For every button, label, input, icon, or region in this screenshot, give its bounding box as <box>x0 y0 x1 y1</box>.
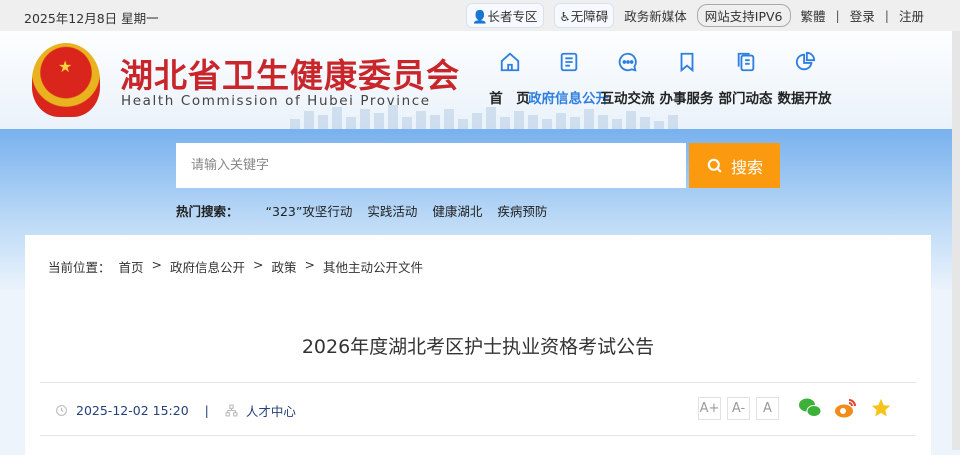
nav-label: 互动交流 <box>600 91 655 107</box>
article-card: 当前位置： 首页 > 政府信息公开 > 政策 > 其他主动公开文件 2026年度… <box>25 235 931 455</box>
nav-services[interactable]: 办事服务 <box>657 51 716 107</box>
search-input[interactable]: 请输入关键字 <box>176 143 686 188</box>
scrollbar[interactable] <box>952 31 960 450</box>
site-subtitle: Health Commission of Hubei Province <box>121 93 431 109</box>
hot-search-link[interactable]: 疾病预防 <box>497 201 547 220</box>
article-source: 人才中心 <box>245 404 296 419</box>
separator: | <box>884 7 889 23</box>
main-nav: 首 页 政府信息公开 互动交流 办事服务 部门动态 数据开放 <box>480 51 834 107</box>
bookmark-icon <box>680 52 693 73</box>
nav-interaction[interactable]: 互动交流 <box>598 51 657 107</box>
document-icon <box>560 52 577 72</box>
top-bar: 2025年12月8日 星期一 👤长者专区 ♿无障碍 政务新媒体 网站支持IPV6… <box>0 0 960 31</box>
accessible-label: 无障碍 <box>570 8 609 24</box>
breadcrumb-separator: > <box>253 257 264 272</box>
search-icon <box>707 158 722 173</box>
divider <box>40 382 916 383</box>
weibo-icon[interactable] <box>834 397 858 419</box>
breadcrumb-separator: > <box>304 257 316 272</box>
breadcrumb-link[interactable]: 首页 <box>119 257 144 276</box>
hot-search-link[interactable]: 实践活动 <box>367 201 417 220</box>
new-media-link[interactable]: 政务新媒体 <box>624 6 687 25</box>
register-link[interactable]: 注册 <box>899 6 924 25</box>
separator: | <box>835 7 840 23</box>
accessibility-link[interactable]: ♿无障碍 <box>553 2 615 28</box>
hot-search-link[interactable]: “323”攻坚行动 <box>266 201 353 220</box>
share-buttons <box>798 397 892 419</box>
pie-chart-icon <box>795 51 815 71</box>
hot-search-label: 热门搜索： <box>176 204 239 219</box>
nav-label: 政府信息公开 <box>528 91 609 107</box>
login-link[interactable]: 登录 <box>850 6 875 25</box>
article-meta: 2025-12-02 15:20 | 人才中心 <box>55 401 296 420</box>
nav-label: 部门动态 <box>718 91 773 107</box>
elder-zone-link[interactable]: 👤长者专区 <box>465 2 544 28</box>
breadcrumb-separator: > <box>151 257 163 272</box>
chat-icon <box>618 52 637 72</box>
wechat-icon[interactable] <box>798 397 822 419</box>
font-reset-button[interactable]: A <box>756 397 779 420</box>
copy-icon <box>737 52 754 72</box>
current-date: 2025年12月8日 星期一 <box>24 11 159 26</box>
separator: | <box>204 403 209 418</box>
nav-label: 首 页 <box>489 91 530 107</box>
elder-label: 长者专区 <box>487 8 538 24</box>
publish-datetime: 2025-12-02 15:20 <box>76 403 189 418</box>
site-header: ★ 湖北省卫生健康委员会 Health Commission of Hubei … <box>0 31 960 129</box>
nav-label: 办事服务 <box>659 91 714 107</box>
nav-label: 数据开放 <box>777 91 832 107</box>
site-title[interactable]: 湖北省卫生健康委员会 <box>120 49 460 97</box>
nav-open-data[interactable]: 数据开放 <box>775 51 834 107</box>
font-size-controls: A+ A- A <box>698 397 779 420</box>
font-increase-button[interactable]: A+ <box>698 397 721 420</box>
org-chart-icon <box>225 404 238 417</box>
favorite-star-icon[interactable] <box>870 397 892 419</box>
font-decrease-button[interactable]: A- <box>727 397 750 420</box>
home-icon <box>500 52 519 72</box>
search-button[interactable]: 搜索 <box>689 143 780 188</box>
breadcrumb-label: 当前位置： <box>48 260 111 275</box>
clock-icon <box>56 405 67 416</box>
ipv6-badge: 网站支持IPV6 <box>696 3 791 27</box>
article-title: 2026年度湖北考区护士执业资格考试公告 <box>301 336 655 358</box>
nav-department-news[interactable]: 部门动态 <box>716 51 775 107</box>
hot-searches: 热门搜索： “323”攻坚行动 实践活动 健康湖北 疾病预防 <box>176 201 547 220</box>
breadcrumb-link[interactable]: 政府信息公开 <box>170 257 245 276</box>
breadcrumb-link[interactable]: 其他主动公开文件 <box>323 257 423 276</box>
traditional-chinese-link[interactable]: 繁體 <box>801 6 826 25</box>
breadcrumb-link[interactable]: 政策 <box>272 257 297 276</box>
divider <box>40 435 916 436</box>
search-button-label: 搜索 <box>730 157 763 177</box>
national-emblem-logo: ★ <box>32 43 100 117</box>
nav-gov-info[interactable]: 政府信息公开 <box>528 51 609 107</box>
hot-search-link[interactable]: 健康湖北 <box>432 201 482 220</box>
breadcrumb: 当前位置： 首页 > 政府信息公开 > 政策 > 其他主动公开文件 <box>48 257 423 276</box>
